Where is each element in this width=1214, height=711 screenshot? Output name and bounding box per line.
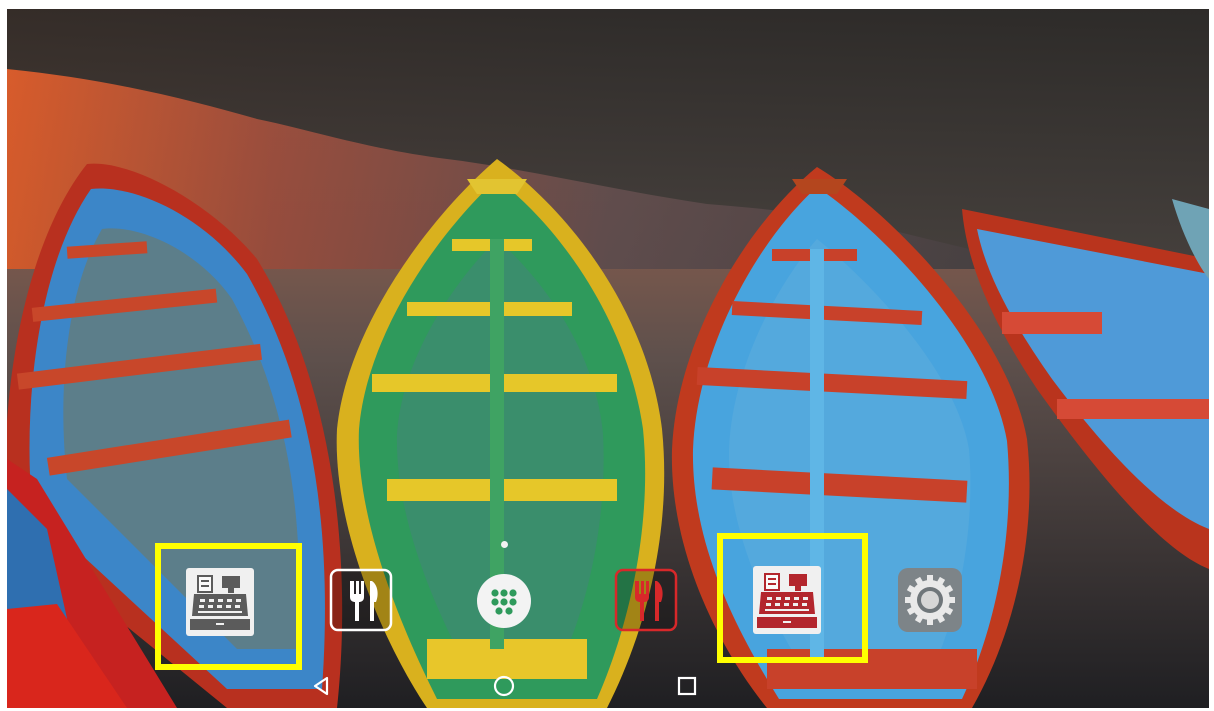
cash-register-icon bbox=[186, 568, 254, 636]
cash-register-red-app-icon[interactable] bbox=[751, 564, 823, 636]
settings-app-icon[interactable] bbox=[894, 564, 966, 636]
cash-register-app-icon[interactable] bbox=[184, 566, 256, 638]
recents-square-icon bbox=[677, 676, 697, 696]
home-screen bbox=[7, 9, 1209, 708]
restaurant-red-app-icon[interactable] bbox=[610, 564, 682, 636]
fork-knife-icon bbox=[329, 568, 393, 632]
app-drawer-button[interactable] bbox=[468, 565, 540, 637]
back-triangle-icon bbox=[313, 676, 329, 696]
page-indicator-dot bbox=[501, 541, 508, 548]
app-drawer-icon bbox=[477, 574, 531, 628]
fork-knife-red-icon bbox=[614, 568, 678, 632]
home-circle-icon bbox=[493, 675, 515, 697]
home-button[interactable] bbox=[484, 668, 524, 704]
cash-register-red-icon bbox=[753, 566, 821, 634]
recents-button[interactable] bbox=[667, 668, 707, 704]
gear-icon bbox=[898, 568, 962, 632]
navigation-bar bbox=[7, 665, 1209, 708]
back-button[interactable] bbox=[301, 668, 341, 704]
restaurant-app-icon[interactable] bbox=[325, 564, 397, 636]
